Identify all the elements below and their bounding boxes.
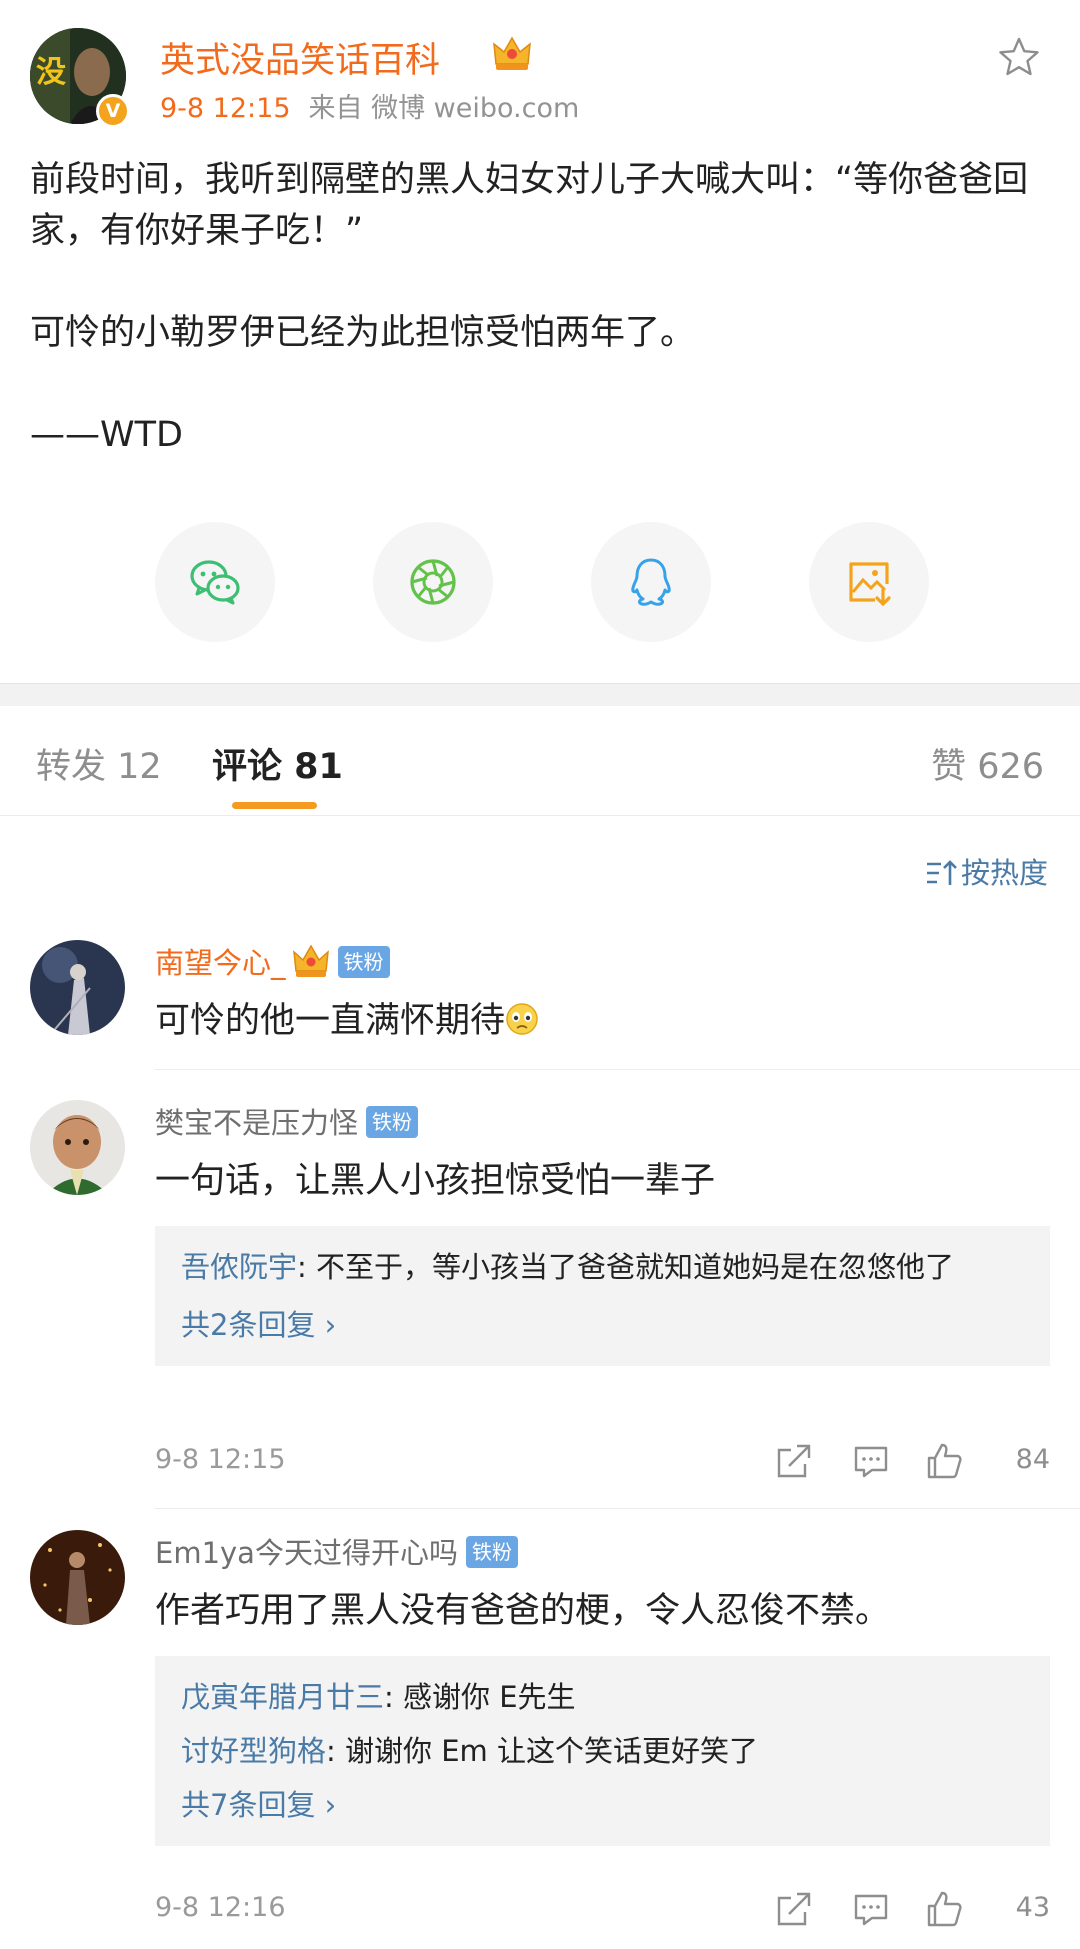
like-count: 43 — [1015, 1892, 1050, 1923]
svg-text:没: 没 — [36, 55, 66, 90]
commenter-avatar[interactable] — [30, 1530, 125, 1625]
save-image-icon — [849, 562, 891, 607]
share-save-image-button[interactable] — [809, 522, 929, 642]
section-divider — [0, 683, 1080, 706]
comment-divider — [155, 1508, 1080, 1509]
reply-preview-box[interactable]: 吾侬阮宇: 不至于，等小孩当了爸爸就知道她妈是在忽悠他了 共2条回复 › — [155, 1226, 1050, 1366]
verified-badge: V — [96, 94, 130, 128]
comment-text: 一句话，让黑人小孩担惊受怕一辈子 — [155, 1161, 716, 1201]
comment-footer: 9-8 12:16 43 — [155, 1890, 1050, 1930]
comment-footer: 9-8 12:15 84 — [155, 1442, 1050, 1482]
commenter-name[interactable]: 南望今心_ 铁粉 — [155, 940, 390, 982]
wechat-icon — [190, 560, 240, 605]
sad-emoji-icon — [506, 1003, 538, 1035]
post-paragraph: 前段时间，我听到隔壁的黑人妇女对儿子大喊大叫：“等你爸爸回家，有你好果子吃！” — [30, 160, 1029, 251]
iron-fan-badge: 铁粉 — [465, 1536, 518, 1568]
share-qq-button[interactable] — [591, 522, 711, 642]
share-row — [155, 522, 929, 642]
qq-icon — [631, 558, 671, 606]
share-wechat-button[interactable] — [155, 522, 275, 642]
reply-author[interactable]: 戊寅年腊月廿三 — [181, 1680, 384, 1714]
post-source: 来自 微博 weibo.com — [308, 93, 580, 124]
comment-divider — [155, 1069, 1080, 1070]
commenter-avatar[interactable] — [30, 1100, 125, 1195]
comment-text: 可怜的他一直满怀期待 — [155, 992, 539, 1043]
comment-time: 9-8 12:16 — [155, 1892, 286, 1923]
comment-text-content: 可怜的他一直满怀期待 — [155, 1001, 506, 1041]
author-name[interactable]: 英式没品笑话百科 — [160, 32, 440, 83]
share-moments-button[interactable] — [373, 522, 493, 642]
sort-label: 按热度 — [960, 856, 1048, 890]
view-replies-link[interactable]: 共2条回复 › — [181, 1304, 1024, 1346]
post-meta: 9-8 12:15 来自 微博 weibo.com — [160, 86, 579, 125]
commenter-avatar[interactable] — [30, 940, 125, 1035]
reply-line: 讨好型狗格: 谢谢你 Em 让这个笑话更好笑了 — [181, 1730, 1024, 1772]
commenter-name-text: 樊宝不是压力怪 — [155, 1106, 359, 1140]
comment-icon[interactable] — [852, 1890, 890, 1928]
reply-line: 吾侬阮宇: 不至于，等小孩当了爸爸就知道她妈是在忽悠他了 — [181, 1246, 1024, 1288]
like-count: 84 — [1015, 1444, 1050, 1475]
post-time: 9-8 12:15 — [160, 93, 291, 124]
commenter-name[interactable]: 樊宝不是压力怪 铁粉 — [155, 1100, 419, 1142]
reply-text: : 感谢你 E先生 — [384, 1680, 576, 1714]
reply-line: 戊寅年腊月廿三: 感谢你 E先生 — [181, 1676, 1024, 1718]
tab-repost[interactable]: 转发 12 — [36, 738, 162, 789]
active-tab-indicator — [232, 802, 317, 809]
iron-fan-badge: 铁粉 — [337, 946, 390, 978]
sort-by-hot-button[interactable]: 按热度 — [925, 850, 1048, 892]
tab-like[interactable]: 赞 626 — [931, 738, 1044, 789]
post-paragraph: 可怜的小勒罗伊已经为此担惊受怕两年了。 — [30, 313, 696, 353]
favorite-star-icon[interactable] — [998, 36, 1040, 78]
moments-icon — [410, 559, 456, 605]
sort-icon — [926, 860, 957, 885]
post-body: 前段时间，我听到隔壁的黑人妇女对儿子大喊大叫：“等你爸爸回家，有你好果子吃！” … — [30, 155, 1040, 461]
crown-icon — [292, 944, 329, 977]
repost-icon[interactable] — [775, 1890, 813, 1928]
commenter-name-text: Em1ya今天过得开心吗 — [155, 1536, 458, 1570]
reply-author[interactable]: 讨好型狗格 — [181, 1734, 326, 1768]
iron-fan-badge: 铁粉 — [366, 1106, 419, 1138]
crown-icon — [493, 36, 531, 70]
tab-comment[interactable]: 评论 81 — [212, 738, 343, 789]
reply-text: : 谢谢你 Em 让这个笑话更好笑了 — [326, 1734, 759, 1768]
comment-icon[interactable] — [852, 1442, 890, 1480]
reply-author[interactable]: 吾侬阮宇 — [181, 1250, 297, 1284]
commenter-name[interactable]: Em1ya今天过得开心吗 铁粉 — [155, 1530, 518, 1572]
post-header: 没 V 英式没品笑话百科 9-8 12:15 来自 微博 weibo.com — [30, 28, 1050, 128]
view-replies-link[interactable]: 共7条回复 › — [181, 1784, 1024, 1826]
post-signature: ——WTD — [30, 415, 183, 455]
commenter-name-text: 南望今心_ — [155, 946, 286, 980]
thumbs-up-icon[interactable] — [925, 1890, 963, 1928]
reply-text: : 不至于，等小孩当了爸爸就知道她妈是在忽悠他了 — [297, 1250, 955, 1284]
tab-bar: 转发 12 评论 81 赞 626 — [0, 706, 1080, 816]
comment-time: 9-8 12:15 — [155, 1444, 286, 1475]
comment-text: 作者巧用了黑人没有爸爸的梗，令人忍俊不禁。 — [155, 1591, 891, 1631]
thumbs-up-icon[interactable] — [925, 1442, 963, 1480]
reply-preview-box[interactable]: 戊寅年腊月廿三: 感谢你 E先生 讨好型狗格: 谢谢你 Em 让这个笑话更好笑了… — [155, 1656, 1050, 1846]
repost-icon[interactable] — [775, 1442, 813, 1480]
